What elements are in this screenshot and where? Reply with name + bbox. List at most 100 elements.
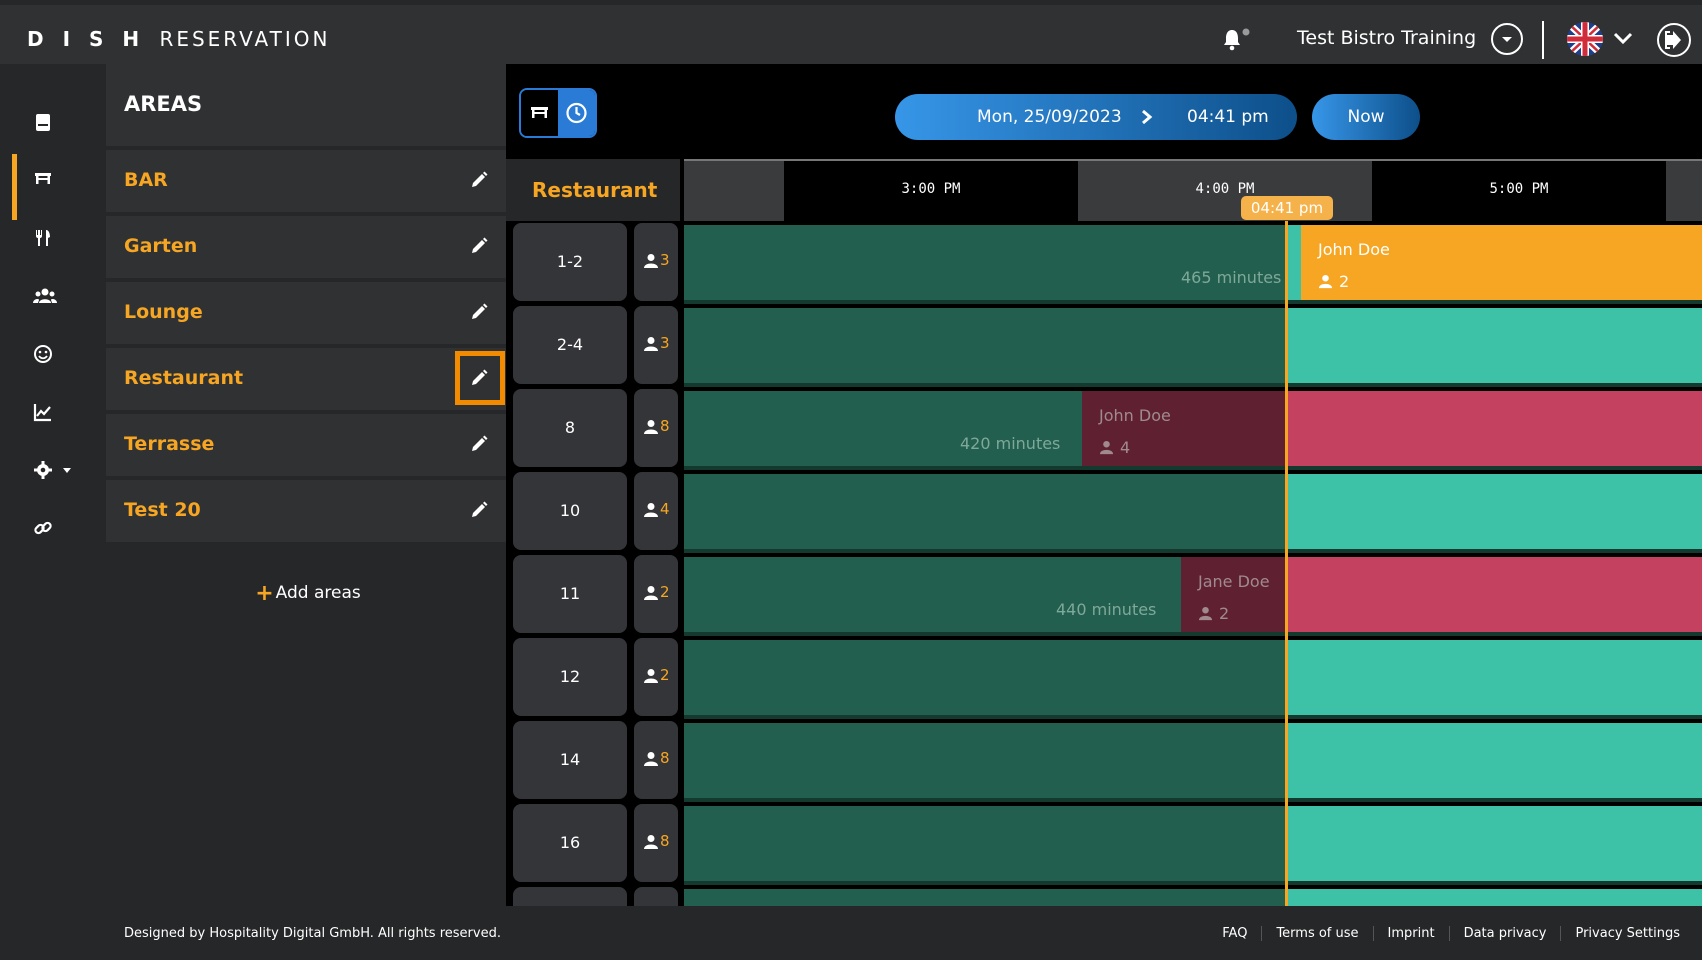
table-number[interactable]: 11 <box>513 555 627 633</box>
nav-menu-cutlery-icon[interactable] <box>0 214 106 264</box>
reservation-guest-count: 2 <box>1318 272 1349 291</box>
table-row: 11 2 440 minutes Jane Doe 2 <box>506 553 1702 636</box>
brand-logo[interactable]: D I S H RESERVATION <box>27 27 330 51</box>
guest-count: 2 <box>1339 272 1350 291</box>
table-row <box>506 885 1702 906</box>
time-display[interactable]: 04:41 pm <box>1187 107 1269 127</box>
current-time-line <box>1285 221 1288 906</box>
reservation-block[interactable]: John Doe 4 <box>1082 391 1286 466</box>
edit-pencil-icon[interactable] <box>470 237 488 255</box>
logout-icon[interactable] <box>1657 23 1691 57</box>
nav-feedback-smiley-icon[interactable] <box>0 330 106 380</box>
footer-link-data-privacy[interactable]: Data privacy <box>1448 926 1561 941</box>
area-item-restaurant[interactable]: Restaurant <box>106 348 506 410</box>
free-minutes-label: 420 minutes <box>960 434 1061 453</box>
table-row: 1-2 3 465 minutes John Doe 2 <box>506 221 1702 304</box>
edit-pencil-icon[interactable] <box>470 501 488 519</box>
free-timeslot[interactable] <box>1286 474 1702 549</box>
reservation-guest-name: Jane Doe <box>1198 572 1270 591</box>
table-number[interactable]: 10 <box>513 472 627 550</box>
area-item-lounge[interactable]: Lounge <box>106 282 506 344</box>
table-number[interactable]: 16 <box>513 804 627 882</box>
header-divider <box>1542 21 1544 59</box>
past-timeslot <box>684 225 1292 300</box>
capacity-value: 2 <box>660 583 670 601</box>
nav-integrations-link-icon[interactable] <box>0 504 106 554</box>
footer-link-faq[interactable]: FAQ <box>1208 926 1261 941</box>
left-navigation <box>0 64 106 960</box>
nav-statistics-chart-icon[interactable] <box>0 388 106 438</box>
capacity-value: 2 <box>660 666 670 684</box>
table-number[interactable]: 2-4 <box>513 306 627 384</box>
person-icon <box>644 752 658 766</box>
person-icon <box>644 669 658 683</box>
table-view-icon[interactable] <box>521 90 558 136</box>
date-time-selector[interactable]: Mon, 25/09/2023 04:41 pm <box>895 94 1297 140</box>
table-number[interactable]: 14 <box>513 721 627 799</box>
capacity-value: 8 <box>660 417 670 435</box>
now-button[interactable]: Now <box>1312 94 1420 140</box>
table-capacity <box>634 887 678 906</box>
restaurant-dropdown-chevron-icon[interactable] <box>1491 23 1523 55</box>
add-areas-button[interactable]: + Add areas <box>148 581 468 606</box>
capacity-value: 3 <box>660 251 670 269</box>
uk-flag-icon[interactable] <box>1567 22 1603 56</box>
person-icon <box>644 503 658 517</box>
capacity-value: 4 <box>660 500 670 518</box>
nav-reservations-book-icon[interactable] <box>0 98 106 148</box>
areas-panel: AREAS BAR Garten Lounge Restaurant Terra… <box>106 64 506 906</box>
reservation-guest-count: 4 <box>1099 438 1130 457</box>
area-label: BAR <box>124 169 168 191</box>
free-minutes-label: 465 minutes <box>1181 268 1282 287</box>
free-timeslot[interactable] <box>1286 806 1702 881</box>
reserved-timeslot[interactable] <box>1286 557 1702 632</box>
person-icon <box>1318 274 1333 289</box>
table-capacity: 2 <box>634 555 678 633</box>
chevron-right-icon[interactable] <box>1141 109 1153 125</box>
footer-link-imprint[interactable]: Imprint <box>1372 926 1449 941</box>
notification-bell-icon[interactable] <box>1222 27 1250 51</box>
area-item-test-20[interactable]: Test 20 <box>106 480 506 542</box>
area-label: Restaurant <box>124 367 244 389</box>
table-number[interactable]: 8 <box>513 389 627 467</box>
footer-link-privacy-settings[interactable]: Privacy Settings <box>1560 926 1694 941</box>
past-timeslot <box>684 723 1292 798</box>
edit-pencil-icon[interactable] <box>470 435 488 453</box>
area-item-bar[interactable]: BAR <box>106 150 506 212</box>
areas-title: AREAS <box>124 92 203 116</box>
area-item-terrasse[interactable]: Terrasse <box>106 414 506 476</box>
date-display[interactable]: Mon, 25/09/2023 <box>977 107 1122 127</box>
table-capacity: 3 <box>634 306 678 384</box>
nav-tables-icon[interactable] <box>0 154 106 220</box>
reservation-guest-count: 2 <box>1198 604 1229 623</box>
edit-highlight-box <box>455 351 505 405</box>
reserved-timeslot[interactable] <box>1286 391 1702 466</box>
table-capacity: 2 <box>634 638 678 716</box>
restaurant-name[interactable]: Test Bistro Training <box>1297 27 1476 49</box>
timeline-clock-icon[interactable] <box>558 90 595 136</box>
plus-icon: + <box>255 581 274 606</box>
reservation-block[interactable]: John Doe 2 <box>1301 225 1702 300</box>
edit-pencil-icon[interactable] <box>470 171 488 189</box>
person-icon <box>644 254 658 268</box>
nav-guests-icon[interactable] <box>0 272 106 322</box>
footer: Designed by Hospitality Digital GmbH. Al… <box>106 906 1702 960</box>
free-timeslot[interactable] <box>1286 889 1702 906</box>
past-timeslot <box>684 474 1292 549</box>
free-timeslot[interactable] <box>1286 640 1702 715</box>
brand-rest: RESERVATION <box>159 27 331 51</box>
person-icon <box>644 337 658 351</box>
guest-count: 2 <box>1219 604 1230 623</box>
free-timeslot[interactable] <box>1286 723 1702 798</box>
edit-pencil-icon[interactable] <box>470 303 488 321</box>
brand-bold: D I S H <box>27 27 146 51</box>
area-item-garten[interactable]: Garten <box>106 216 506 278</box>
reservation-block[interactable]: Jane Doe 2 <box>1181 557 1286 632</box>
free-timeslot[interactable] <box>1286 308 1702 383</box>
language-chevron-down-icon[interactable] <box>1612 29 1634 47</box>
nav-settings-gear-icon[interactable] <box>0 446 106 496</box>
table-number[interactable]: 1-2 <box>513 223 627 301</box>
table-number[interactable]: 12 <box>513 638 627 716</box>
footer-link-terms[interactable]: Terms of use <box>1261 926 1373 941</box>
table-number[interactable] <box>513 887 627 906</box>
